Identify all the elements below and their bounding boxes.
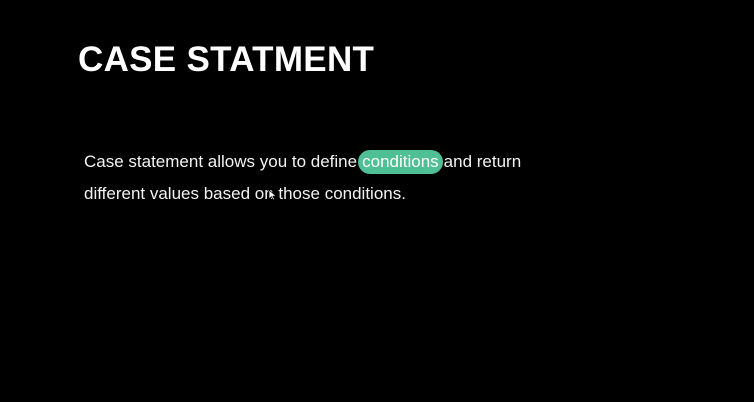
body-text-before-highlight: Case statement allows you to define	[84, 152, 358, 171]
body-line-1: Case statement allows you to define condi…	[84, 146, 604, 178]
body-line-2: different values based on those conditio…	[84, 184, 406, 203]
presentation-slide: CASE STATMENT Case statement allows you …	[0, 0, 754, 402]
slide-body: Case statement allows you to define condi…	[84, 146, 604, 210]
body-text-after-highlight: and return	[443, 152, 522, 171]
highlighted-keyword: conditions	[358, 150, 443, 174]
mouse-pointer-icon	[268, 189, 277, 201]
slide-title: CASE STATMENT	[78, 40, 375, 79]
